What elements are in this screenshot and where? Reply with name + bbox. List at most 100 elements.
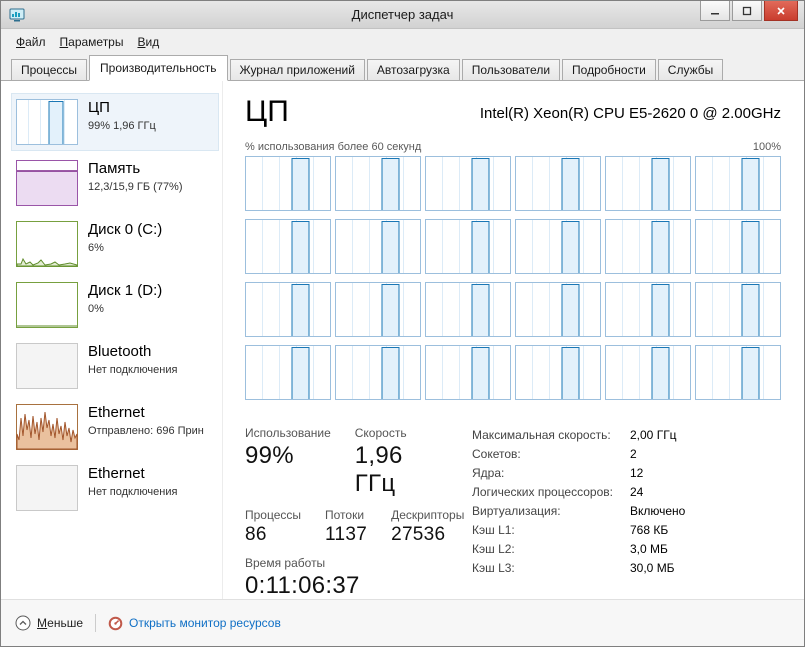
memory-thumbnail-chart xyxy=(16,160,78,206)
spec-virtualization-value: Включено xyxy=(630,504,686,518)
spec-cores-value: 12 xyxy=(630,466,644,480)
sidebar-item-memory[interactable]: Память 12,3/15,9 ГБ (77%) xyxy=(11,154,219,212)
stat-handles-value: 27536 xyxy=(391,524,446,545)
spec-l3-cache-value: 30,0 МБ xyxy=(630,561,675,575)
cpu-core-graph-8 xyxy=(425,219,511,274)
cpu-name: ЦП xyxy=(88,99,110,116)
spec-max-speed: Максимальная скорость: 2,00 ГГц xyxy=(472,428,685,442)
tab-performance[interactable]: Производительность xyxy=(89,55,228,81)
stat-processes: Процессы 86 xyxy=(245,508,301,546)
tab-app-history[interactable]: Журнал приложений xyxy=(229,59,365,81)
tab-startup[interactable]: Автозагрузка xyxy=(366,59,460,81)
open-resource-monitor-label: Открыть монитор ресурсов xyxy=(129,616,281,630)
cpu-core-graph-11 xyxy=(695,219,781,274)
content-area: ЦП 99% 1,96 ГГц Память 12,3/15,9 ГБ (77%) Ди… xyxy=(1,81,804,599)
cpu-core-graph-6 xyxy=(245,219,331,274)
spec-logical-processors-value: 24 xyxy=(630,485,644,499)
spec-l1-cache-value: 768 КБ xyxy=(630,523,669,537)
stat-usage-value: 99% xyxy=(245,442,294,469)
cpu-core-graph-10 xyxy=(605,219,691,274)
cpu-header: ЦП Intel(R) Xeon(R) CPU E5-2620 0 @ 2.00… xyxy=(245,95,781,129)
minimize-button[interactable] xyxy=(700,1,730,21)
window-controls xyxy=(698,1,798,21)
spec-l3-cache: Кэш L3: 30,0 МБ xyxy=(472,561,685,575)
menu-file[interactable]: Файл xyxy=(9,32,53,52)
minimize-icon xyxy=(711,12,719,14)
cpu-title: ЦП xyxy=(245,95,289,128)
fewer-details-button[interactable]: Меньше xyxy=(15,615,83,631)
titlebar: Диспетчер задач xyxy=(1,1,804,29)
memory-name: Память xyxy=(88,160,141,177)
ethernet-2-name: Ethernet xyxy=(88,465,145,482)
cpu-core-graph-15 xyxy=(515,282,601,337)
spec-l2-cache-label: Кэш L2: xyxy=(472,542,515,556)
cpu-core-graph-13 xyxy=(335,282,421,337)
bluetooth-text: Bluetooth Нет подключения xyxy=(88,343,177,376)
cpu-core-graph-7 xyxy=(335,219,421,274)
spec-max-speed-value: 2,00 ГГц xyxy=(630,428,677,442)
cpu-core-graph-0 xyxy=(245,156,331,211)
disk0-name: Диск 0 (C:) xyxy=(88,221,163,238)
ethernet-1-text: Ethernet Отправлено: 696 Прин xyxy=(88,404,204,437)
cpu-spec-list: Максимальная скорость: 2,00 ГГц Сокетов: 2 Я… xyxy=(472,426,685,599)
spec-sockets: Сокетов: 2 xyxy=(472,447,685,461)
sidebar-item-ethernet-2[interactable]: Ethernet Нет подключения xyxy=(11,459,219,517)
tab-services[interactable]: Службы xyxy=(657,59,724,81)
footer-divider xyxy=(95,614,96,632)
tab-details[interactable]: Подробности xyxy=(562,59,656,81)
menu-view[interactable]: Вид xyxy=(130,32,166,52)
tab-processes[interactable]: Процессы xyxy=(11,59,88,81)
close-icon xyxy=(777,6,785,15)
spec-max-speed-label: Максимальная скорость: xyxy=(472,428,611,442)
spec-l1-cache: Кэш L1: 768 КБ xyxy=(472,523,685,537)
cpu-core-graph-5 xyxy=(695,156,781,211)
stat-uptime: Время работы 0:11:06:37 xyxy=(245,556,360,599)
stat-speed-value: 1,96 ГГц xyxy=(354,442,403,497)
spec-cores-label: Ядра: xyxy=(472,466,505,480)
cpu-core-grid xyxy=(245,156,781,400)
open-resource-monitor-link[interactable]: Открыть монитор ресурсов xyxy=(108,616,281,631)
maximize-button[interactable] xyxy=(732,1,762,21)
sidebar-item-disk1[interactable]: Диск 1 (D:) 0% xyxy=(11,276,219,334)
memory-text: Память 12,3/15,9 ГБ (77%) xyxy=(88,160,183,193)
cpu-live-stats: Использование 99% Скорость 1,96 ГГц Процессы… xyxy=(245,426,472,599)
cpu-detail: 99% 1,96 ГГц xyxy=(88,120,156,132)
resource-monitor-icon xyxy=(108,616,123,630)
stat-threads-value: 1137 xyxy=(325,524,368,545)
memory-detail: 12,3/15,9 ГБ (77%) xyxy=(88,181,183,193)
spec-l2-cache: Кэш L2: 3,0 МБ xyxy=(472,542,685,556)
maximize-icon xyxy=(742,6,752,15)
menu-options[interactable]: Параметры xyxy=(53,32,131,52)
sidebar-item-cpu[interactable]: ЦП 99% 1,96 ГГц xyxy=(11,93,219,151)
cpu-core-graph-3 xyxy=(515,156,601,211)
bluetooth-detail: Нет подключения xyxy=(88,364,178,376)
cpu-text: ЦП 99% 1,96 ГГц xyxy=(88,99,156,132)
cpu-panel-inner: ЦП Intel(R) Xeon(R) CPU E5-2620 0 @ 2.00… xyxy=(245,95,781,599)
cpu-core-graph-17 xyxy=(695,282,781,337)
sidebar-item-disk0[interactable]: Диск 0 (C:) 6% xyxy=(11,215,219,273)
ethernet-2-thumbnail-chart xyxy=(16,465,78,511)
stat-handles: Дескрипторы 27536 xyxy=(391,508,464,546)
spec-sockets-label: Сокетов: xyxy=(472,447,521,461)
cpu-core-graph-2 xyxy=(425,156,511,211)
task-manager-window: Диспетчер задач Файл Параметры Вид Процесс… xyxy=(0,0,805,647)
fewer-details-label: Меньше xyxy=(37,616,83,630)
stat-uptime-label: Время работы xyxy=(245,556,326,570)
stat-speed-label: Скорость xyxy=(354,426,407,440)
disk1-name: Диск 1 (D:) xyxy=(88,282,163,299)
cpu-core-graph-19 xyxy=(335,345,421,400)
sidebar-item-bluetooth[interactable]: Bluetooth Нет подключения xyxy=(11,337,219,395)
sidebar-item-ethernet-1[interactable]: Ethernet Отправлено: 696 Прин xyxy=(11,398,219,456)
tab-users[interactable]: Пользователи xyxy=(461,59,561,81)
cpu-thumbnail-chart xyxy=(16,99,78,145)
disk0-thumbnail-chart xyxy=(16,221,78,267)
disk0-detail: 6% xyxy=(88,242,104,254)
close-button[interactable] xyxy=(764,1,798,21)
spec-l1-cache-label: Кэш L1: xyxy=(472,523,515,537)
stat-usage-label: Использование xyxy=(245,426,331,440)
ethernet-1-thumbnail-chart xyxy=(16,404,78,450)
ethernet-1-detail: Отправлено: 696 Прин xyxy=(88,425,204,437)
cpu-core-graph-9 xyxy=(515,219,601,274)
cpu-stats-area: Использование 99% Скорость 1,96 ГГц Процессы… xyxy=(245,426,781,599)
cpu-core-graph-4 xyxy=(605,156,691,211)
